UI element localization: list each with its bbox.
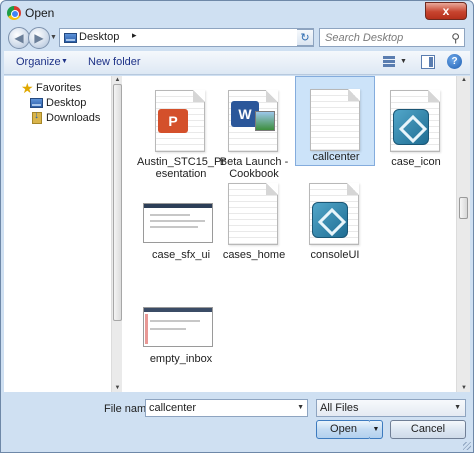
file-list: P Austin_STC15_Pr esentation W Beta Launc…	[123, 76, 456, 392]
file-type-select[interactable]: All Files ▼	[316, 399, 466, 417]
address-bar[interactable]: Desktop ▸ ▼	[59, 28, 314, 47]
refresh-button[interactable]: ↻	[297, 29, 314, 46]
open-options-dropdown-icon[interactable]: ▼	[370, 420, 383, 439]
organize-button[interactable]: Organize	[16, 56, 61, 68]
navigation-scrollbar[interactable]: ▲ ▼	[111, 76, 122, 392]
file-item-austin-presentation[interactable]: P Austin_STC15_Pr esentation	[137, 84, 225, 180]
dialog-content: ★ Favorites Desktop Downloads ▲ ▼ P Aust…	[4, 76, 470, 392]
nav-item-label: Desktop	[46, 97, 87, 109]
file-item-consoleui[interactable]: consoleUI	[295, 177, 375, 267]
file-item-cases-home[interactable]: cases_home	[214, 177, 294, 267]
organize-dropdown-icon[interactable]: ▼	[61, 58, 68, 65]
file-name: consoleUI	[310, 249, 360, 261]
file-name-dropdown-icon[interactable]: ▼	[297, 404, 304, 411]
powerpoint-file-icon: P	[155, 90, 205, 152]
command-toolbar: Organize ▼ New folder ▼ ?	[4, 51, 470, 75]
address-location[interactable]: Desktop	[79, 31, 119, 43]
recent-pages-dropdown-icon[interactable]: ▼	[50, 34, 57, 41]
file-name: cases_home	[222, 249, 286, 261]
text-file-icon	[228, 183, 278, 245]
app-file-icon	[390, 90, 440, 152]
scroll-up-icon[interactable]: ▲	[457, 77, 471, 83]
file-name: callcenter	[312, 151, 360, 163]
file-item-empty-inbox[interactable]: empty_inbox	[141, 281, 221, 371]
open-dialog: Open x ◀ ▶ ▼ Desktop ▸ ▼ ↻ ⚲ Organize ▼ …	[0, 0, 474, 453]
desktop-folder-icon	[30, 98, 43, 108]
text-file-icon	[310, 89, 360, 151]
chrome-app-icon	[7, 6, 21, 20]
scroll-thumb[interactable]	[113, 84, 122, 321]
file-type-value[interactable]: All Files	[320, 402, 359, 414]
scroll-down-icon[interactable]: ▼	[112, 385, 123, 391]
file-name: empty_inbox	[149, 353, 213, 365]
file-item-case-sfx-ui[interactable]: case_sfx_ui	[141, 177, 221, 267]
scroll-thumb[interactable]	[459, 197, 468, 219]
view-dropdown-icon[interactable]: ▼	[400, 58, 407, 65]
file-item-case-icon[interactable]: case_icon	[376, 84, 456, 174]
screenshot-thumbnail	[143, 203, 213, 243]
forward-button[interactable]: ▶	[28, 27, 50, 49]
preview-pane-icon[interactable]	[421, 55, 435, 69]
title-bar: Open x	[1, 1, 473, 25]
breadcrumb-chevron-icon[interactable]: ▸	[132, 30, 137, 41]
nav-item-favorites[interactable]: ★ Favorites	[4, 80, 111, 97]
search-icon[interactable]: ⚲	[451, 31, 460, 45]
file-item-beta-launch-cookbook[interactable]: W Beta Launch - Cookbook	[214, 84, 294, 180]
open-button[interactable]: Open	[316, 420, 371, 439]
file-name-input[interactable]: callcenter ▼	[145, 399, 308, 417]
file-name-value[interactable]: callcenter	[149, 402, 196, 414]
star-icon: ★	[21, 80, 34, 96]
search-input[interactable]	[323, 30, 443, 45]
resize-grip[interactable]	[463, 442, 471, 450]
file-list-scrollbar[interactable]: ▲ ▼	[456, 76, 470, 392]
word-file-icon: W	[228, 90, 278, 152]
nav-item-label: Favorites	[36, 82, 82, 94]
file-name: case_icon	[391, 156, 441, 168]
navigation-pane: ★ Favorites Desktop Downloads	[4, 76, 111, 392]
cancel-button[interactable]: Cancel	[390, 420, 466, 439]
nav-item-label: Downloads	[46, 112, 101, 124]
nav-item-desktop[interactable]: Desktop	[4, 96, 111, 112]
file-type-dropdown-icon[interactable]: ▼	[454, 404, 461, 411]
window-title: Open	[25, 6, 55, 20]
scroll-down-icon[interactable]: ▼	[457, 385, 471, 391]
search-box[interactable]: ⚲	[319, 28, 465, 47]
file-item-callcenter[interactable]: callcenter	[295, 76, 375, 166]
new-folder-button[interactable]: New folder	[88, 56, 141, 68]
desktop-folder-icon	[64, 33, 77, 43]
back-button[interactable]: ◀	[8, 27, 30, 49]
change-view-icon[interactable]	[381, 55, 397, 69]
scroll-up-icon[interactable]: ▲	[112, 77, 123, 83]
screenshot-thumbnail	[143, 307, 213, 347]
app-file-icon	[309, 183, 359, 245]
close-button[interactable]: x	[425, 2, 467, 20]
help-icon[interactable]: ?	[447, 54, 462, 69]
nav-item-downloads[interactable]: Downloads	[4, 110, 111, 127]
downloads-icon	[32, 110, 42, 124]
